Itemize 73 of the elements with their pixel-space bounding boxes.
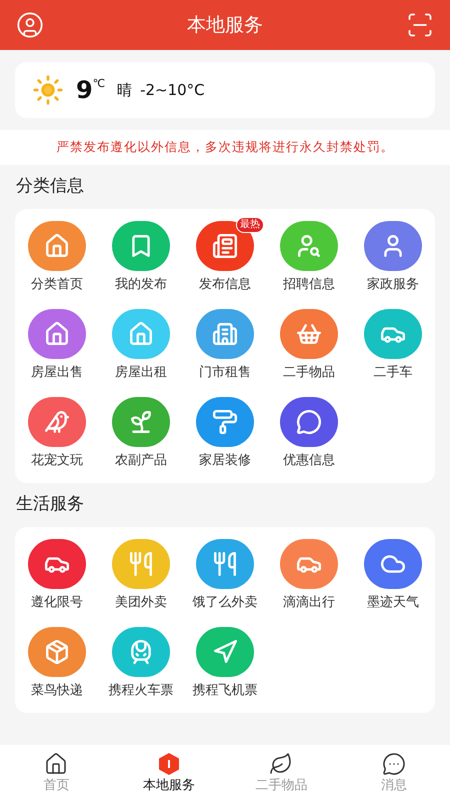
- category-label: 携程飞机票: [192, 683, 258, 699]
- category-item[interactable]: 携程飞机票: [183, 627, 267, 699]
- category-item[interactable]: 房屋出租: [99, 309, 183, 381]
- category-item[interactable]: 饿了么外卖: [183, 539, 267, 611]
- category-item[interactable]: 二手物品: [267, 309, 351, 381]
- category-label: 优惠信息: [283, 453, 335, 469]
- category-label: 二手车: [374, 365, 412, 381]
- category-item[interactable]: 滴滴出行: [267, 539, 351, 611]
- category-item[interactable]: 家居装修: [183, 397, 267, 469]
- category-label: 墨迹天气: [367, 595, 419, 611]
- category-label: 饿了么外卖: [192, 595, 258, 611]
- category-label: 发布信息: [199, 277, 251, 293]
- paint-roller-icon: [212, 409, 238, 435]
- weather-condition: 晴: [117, 80, 132, 101]
- category-label: 家政服务: [367, 277, 419, 293]
- category-item[interactable]: 墨迹天气: [351, 539, 435, 611]
- category-item[interactable]: 携程火车票: [99, 627, 183, 699]
- category-label: 菜鸟快递: [31, 683, 83, 699]
- category-item[interactable]: 家政服务: [351, 221, 435, 293]
- hexagon-icon: [156, 752, 181, 776]
- train-icon: [128, 639, 154, 665]
- category-item[interactable]: 门市租售: [183, 309, 267, 381]
- house-icon: [128, 321, 154, 347]
- scan-icon[interactable]: [406, 11, 434, 39]
- sprout-icon: [128, 409, 154, 435]
- category-item[interactable]: 分类首页: [15, 221, 99, 293]
- utensils-icon: [212, 551, 238, 577]
- category-item[interactable]: 我的发布: [99, 221, 183, 293]
- category-item[interactable]: 遵化限号: [15, 539, 99, 611]
- category-label: 遵化限号: [31, 595, 83, 611]
- bird-icon: [44, 409, 70, 435]
- category-label: 门市租售: [199, 365, 251, 381]
- house-icon: [44, 321, 70, 347]
- temperature-unit: ℃: [92, 78, 106, 89]
- page-title: 本地服务: [187, 12, 263, 38]
- message-icon: [382, 752, 406, 776]
- category-label: 花宠文玩: [31, 453, 83, 469]
- building-icon: [212, 321, 238, 347]
- category-label: 我的发布: [115, 277, 167, 293]
- category-label: 家居装修: [199, 453, 251, 469]
- hot-badge: 最热: [236, 217, 264, 233]
- category-item[interactable]: 花宠文玩: [15, 397, 99, 469]
- temperature-range: -2~10°C: [140, 80, 205, 101]
- category-label: 分类首页: [31, 277, 83, 293]
- category-item[interactable]: 菜鸟快递: [15, 627, 99, 699]
- house-icon: [44, 233, 70, 259]
- category-label: 房屋出租: [115, 365, 167, 381]
- sun-icon: [32, 74, 64, 106]
- basket-icon: [296, 321, 322, 347]
- arrow-icon: [212, 639, 238, 665]
- category-label: 招聘信息: [283, 277, 335, 293]
- person-search-icon: [296, 233, 322, 259]
- category-item[interactable]: 房屋出售: [15, 309, 99, 381]
- section-title: 生活服务: [16, 493, 84, 516]
- category-label: 二手物品: [283, 365, 335, 381]
- temperature: 9: [76, 78, 93, 102]
- home-icon: [44, 752, 68, 776]
- category-label: 农副产品: [115, 453, 167, 469]
- utensils-icon: [128, 551, 154, 577]
- category-label: 滴滴出行: [283, 595, 335, 611]
- category-item[interactable]: 二手车: [351, 309, 435, 381]
- category-item[interactable]: 美团外卖: [99, 539, 183, 611]
- section-title: 分类信息: [16, 175, 84, 198]
- nav-tab[interactable]: 本地服务: [112, 745, 225, 800]
- category-item[interactable]: 农副产品: [99, 397, 183, 469]
- category-label: 携程火车票: [108, 683, 174, 699]
- leaf-icon: [269, 752, 294, 776]
- category-label: 美团外卖: [115, 595, 167, 611]
- notice-text: 严禁发布遵化以外信息，多次违规将进行永久封禁处罚。: [56, 138, 394, 156]
- category-label: 房屋出售: [31, 365, 83, 381]
- user-icon[interactable]: [16, 11, 44, 39]
- category-item[interactable]: 优惠信息: [267, 397, 351, 469]
- category-item[interactable]: 招聘信息: [267, 221, 351, 293]
